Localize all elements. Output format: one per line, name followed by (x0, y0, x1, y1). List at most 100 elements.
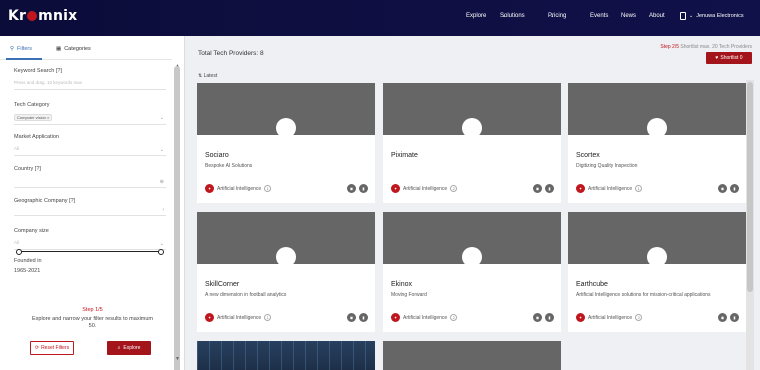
filter-icon: ⚲ (10, 46, 15, 52)
view-icon[interactable]: ◉ (533, 184, 542, 193)
provider-card[interactable]: Earthcube Artificial Intelligence soluti… (568, 212, 746, 332)
tech-category-label: Tech Category (14, 102, 50, 108)
search-icon: ⌕ (117, 345, 121, 351)
card-description: Digitizing Quality Inspection (576, 163, 638, 169)
card-image-pattern (197, 341, 375, 370)
card-tag: ✦ Artificial Intelligence 2 (391, 313, 458, 322)
view-icon[interactable]: ◉ (718, 313, 727, 322)
chevron-down-icon: ⌄ (159, 115, 164, 121)
logo[interactable]: Kr mnix (8, 8, 77, 24)
keyword-search-label: Keyword Search [?] (14, 68, 62, 74)
card-tag: ✦ Artificial Intelligence 1 (576, 184, 643, 193)
view-icon[interactable]: ◉ (347, 313, 356, 322)
nav-explore[interactable]: Explore (466, 13, 486, 19)
shortlist-button[interactable]: ♥ Shortlist 0 (706, 52, 752, 64)
market-application-select[interactable]: All ⌄ (14, 146, 166, 156)
reset-filters-label: Reset Filters (41, 345, 70, 351)
card-actions: ◉ ▮ (718, 313, 739, 322)
bookmark-icon[interactable]: ▮ (730, 184, 739, 193)
provider-card[interactable]: Scortex Digitizing Quality Inspection ✦ … (568, 83, 746, 203)
card-image (197, 341, 375, 370)
card-tag-label: Artificial Intelligence (217, 314, 262, 321)
reset-filters-button[interactable]: ⟳ Reset Filters (30, 341, 74, 355)
provider-card[interactable]: Ekinox Moving Forward ✦ Artificial Intel… (383, 212, 561, 332)
company-logo (647, 118, 667, 138)
card-tag-count: 2 (450, 314, 458, 321)
bookmark-icon[interactable]: ▮ (545, 184, 554, 193)
nav-news[interactable]: News (621, 13, 636, 19)
card-name[interactable]: Piximate (391, 152, 418, 159)
user-menu[interactable]: ⌄ Jenuwa Electronics (680, 12, 744, 20)
filter-sidebar: ⚲ Filters ▦ Categories ▲ ▼ Keyword Searc… (0, 36, 185, 370)
company-size-value: All (14, 240, 20, 245)
card-description: Artificial Intelligence solutions for mi… (576, 292, 711, 298)
bookmark-icon[interactable]: ▮ (545, 313, 554, 322)
geographic-field: Geographic Company [?] › (14, 198, 166, 216)
company-logo (462, 118, 482, 138)
chevron-down-icon: ⌄ (550, 13, 555, 19)
view-icon[interactable]: ◉ (718, 184, 727, 193)
provider-card[interactable] (383, 341, 561, 370)
card-tag-count: 2 (450, 185, 458, 192)
ai-badge-icon: ✦ (205, 184, 214, 193)
sort-label: Latest (203, 73, 218, 79)
company-size-select[interactable]: All ⌄ (14, 240, 166, 250)
explore-label: Explore (123, 345, 141, 351)
chevron-right-icon: › (162, 207, 164, 213)
card-image (383, 341, 561, 370)
market-application-field: Market Application All ⌄ (14, 134, 166, 156)
keyword-search-input[interactable]: Press and drag. 10 keywords max (14, 80, 166, 90)
refresh-icon: ⟳ (34, 345, 40, 351)
card-name[interactable]: Scortex (576, 152, 600, 159)
card-tag-label: Artificial Intelligence (588, 185, 633, 192)
tab-filters[interactable]: ⚲ Filters (10, 46, 32, 52)
company-logo (462, 247, 482, 267)
founded-field: Founded in 1965-2021 (14, 258, 166, 274)
card-tag-count: 1 (635, 185, 643, 192)
nav-events[interactable]: Events (590, 13, 608, 19)
card-tag: ✦ Artificial Intelligence 1 (205, 184, 272, 193)
sort-selector[interactable]: ⇅ Latest (198, 73, 217, 79)
slider-handle-min[interactable] (16, 248, 22, 255)
card-name[interactable]: Earthcube (576, 281, 608, 288)
bookmark-icon[interactable]: ▮ (359, 184, 368, 193)
tab-categories-label: Categories (64, 46, 91, 52)
nav-about[interactable]: About (649, 13, 665, 19)
provider-card[interactable] (197, 341, 375, 370)
explore-button[interactable]: ⌕ Explore (107, 341, 151, 355)
card-tag: ✦ Artificial Intelligence 2 (391, 184, 458, 193)
card-tag: ✦ Artificial Intelligence 2 (576, 313, 643, 322)
tab-categories[interactable]: ▦ Categories (56, 46, 91, 52)
card-name[interactable]: Sociaro (205, 152, 229, 159)
scroll-down-icon[interactable]: ▼ (175, 356, 180, 362)
tech-category-chip[interactable]: Computer vision × (14, 114, 53, 121)
card-name[interactable]: Ekinox (391, 281, 412, 288)
slider-handle-max[interactable] (158, 248, 164, 255)
bookmark-icon[interactable]: ▮ (730, 313, 739, 322)
tech-category-select[interactable]: Computer vision × ⌄ (14, 114, 166, 125)
provider-card[interactable]: SkillCorner A new dimension in football … (197, 212, 375, 332)
view-icon[interactable]: ◉ (533, 313, 542, 322)
active-tab-indicator (6, 58, 42, 60)
company-logo (647, 247, 667, 267)
provider-card[interactable]: Sociaro Bespoke AI Solutions ✦ Artificia… (197, 83, 375, 203)
card-tag-label: Artificial Intelligence (403, 185, 448, 192)
keyword-placeholder: Press and drag. 10 keywords max (14, 80, 83, 85)
card-name[interactable]: SkillCorner (205, 281, 239, 288)
founded-slider[interactable] (16, 248, 164, 255)
view-icon[interactable]: ◉ (347, 184, 356, 193)
provider-card[interactable]: Piximate ✦ Artificial Intelligence 2 ◉ ▮ (383, 83, 561, 203)
company-logo (276, 118, 296, 138)
tech-category-field: Tech Category Computer vision × ⌄ (14, 102, 166, 125)
ai-badge-icon: ✦ (205, 313, 214, 322)
shortlist-label: Shortlist 0 (720, 55, 743, 61)
main-scrollbar-thumb[interactable] (747, 82, 753, 292)
main-scrollbar[interactable] (746, 80, 754, 370)
card-tag: ✦ Artificial Intelligence 1 (205, 313, 272, 322)
card-actions: ◉ ▮ (533, 184, 554, 193)
keyword-search-field: Keyword Search [?] Press and drag. 10 ke… (14, 68, 166, 90)
card-tag-count: 2 (635, 314, 643, 321)
geographic-select[interactable]: › (14, 206, 166, 216)
country-select[interactable]: ⊕ (14, 178, 166, 188)
bookmark-icon[interactable]: ▮ (359, 313, 368, 322)
